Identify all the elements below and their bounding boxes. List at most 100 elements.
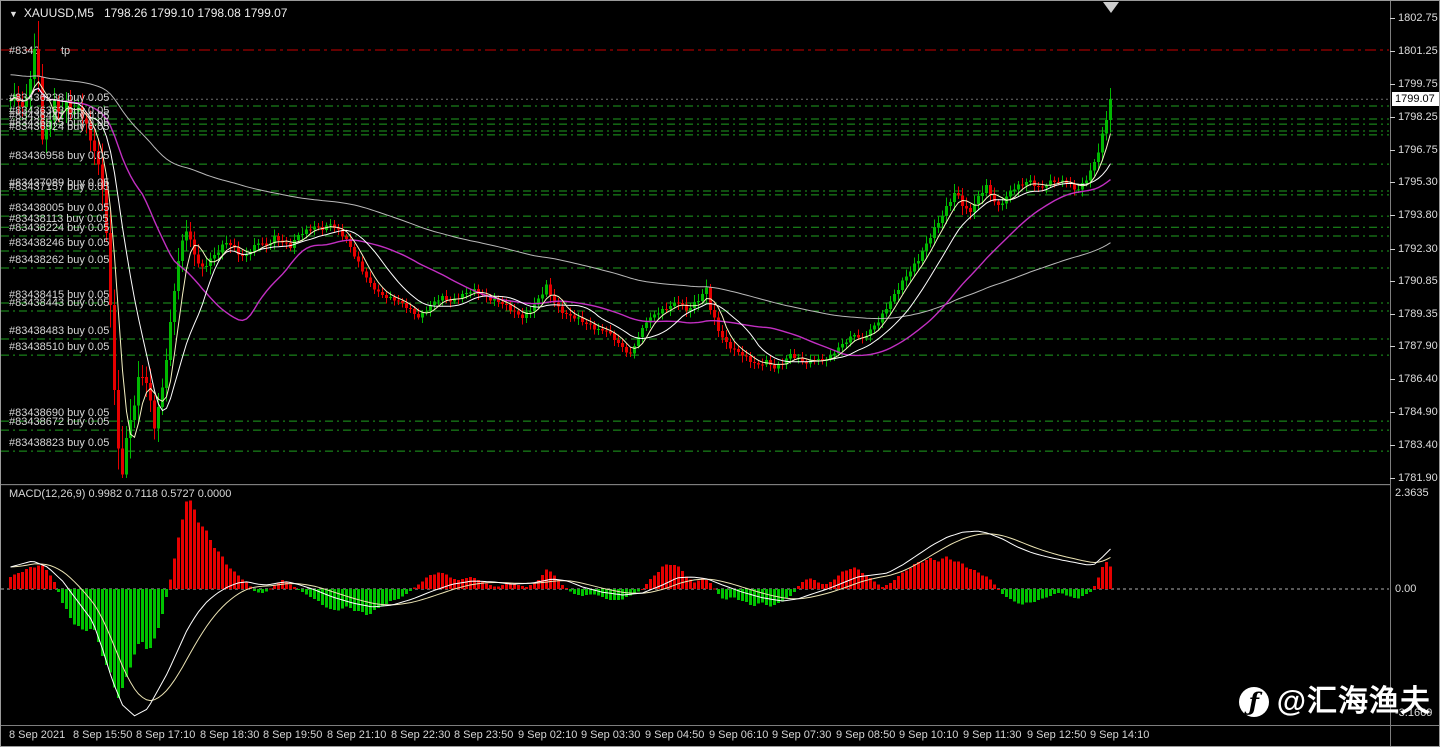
macd-histogram-bar xyxy=(517,585,520,589)
macd-histogram-bar xyxy=(709,582,712,589)
macd-histogram-bar xyxy=(993,584,996,589)
macd-header: MACD(12,26,9) 0.9982 0.7118 0.5727 0.000… xyxy=(9,488,231,500)
macd-histogram-bar xyxy=(725,589,728,600)
price-tick-label: 1789.35 xyxy=(1398,308,1438,320)
macd-histogram-bar xyxy=(205,530,208,589)
time-tick-label[interactable]: 9 Sep 03:30 xyxy=(581,729,640,741)
candle-body xyxy=(185,231,188,241)
time-tick-label[interactable]: 8 Sep 17:10 xyxy=(136,729,195,741)
price-tick-mark xyxy=(1390,445,1395,446)
chart-shift-marker-icon[interactable] xyxy=(1103,2,1119,13)
time-tick-label[interactable]: 9 Sep 10:10 xyxy=(899,729,958,741)
current-price-badge: 1799.07 xyxy=(1392,92,1439,106)
candle-body xyxy=(309,229,312,231)
time-tick-label[interactable]: 8 Sep 15:50 xyxy=(73,729,132,741)
macd-histogram-bar xyxy=(621,589,624,600)
time-tick-label[interactable]: 9 Sep 06:10 xyxy=(709,729,768,741)
candle-body xyxy=(661,308,664,314)
time-tick-label[interactable]: 9 Sep 14:10 xyxy=(1090,729,1149,741)
macd-histogram-bar xyxy=(325,589,328,608)
time-tick-label[interactable]: 8 Sep 22:30 xyxy=(391,729,450,741)
candle-body xyxy=(145,377,148,383)
macd-histogram-bar xyxy=(605,589,608,599)
time-tick-label[interactable]: 9 Sep 08:50 xyxy=(836,729,895,741)
candle-body xyxy=(989,185,992,195)
candle-body xyxy=(845,342,848,344)
candle-body xyxy=(885,309,888,314)
candle-body xyxy=(729,342,732,349)
chart-header: ▼ XAUUSD,M5 1798.26 1799.10 1798.08 1799.0… xyxy=(9,6,287,20)
macd-histogram-bar xyxy=(293,586,296,589)
macd-histogram-bar xyxy=(1065,589,1068,596)
candle-body xyxy=(189,231,192,240)
macd-histogram-bar xyxy=(13,574,16,589)
candle-body xyxy=(585,322,588,324)
candle-body xyxy=(705,287,708,295)
macd-histogram-bar xyxy=(1093,586,1096,589)
macd-histogram-bar xyxy=(377,589,380,608)
candle-body xyxy=(409,308,412,310)
time-tick-label[interactable]: 8 Sep 23:50 xyxy=(454,729,513,741)
candle-body xyxy=(37,48,40,78)
candle-body xyxy=(1045,185,1048,188)
candle-body xyxy=(149,382,152,401)
chart-plot-area[interactable]: #8343 tp xyxy=(1,1,1440,747)
macd-histogram-bar xyxy=(773,589,776,605)
macd-histogram-bar xyxy=(825,583,828,589)
macd-histogram-bar xyxy=(733,589,736,598)
macd-histogram-bar xyxy=(393,589,396,601)
macd-histogram-bar xyxy=(1041,589,1044,599)
order-label: #83438246 buy 0.05 xyxy=(9,237,110,249)
candle-body xyxy=(377,289,380,292)
candle-body xyxy=(329,224,332,226)
macd-histogram-bar xyxy=(505,583,508,589)
order-label: #83438510 buy 0.05 xyxy=(9,341,110,353)
time-tick-label[interactable]: 9 Sep 11:30 xyxy=(963,729,1022,741)
time-tick-label[interactable]: 8 Sep 19:50 xyxy=(263,729,322,741)
candle-body xyxy=(1053,180,1056,182)
macd-histogram-bar xyxy=(801,581,804,589)
time-tick-label[interactable]: 9 Sep 04:50 xyxy=(645,729,704,741)
macd-histogram-bar xyxy=(337,589,340,611)
order-lines-layer: #8343 tp xyxy=(1,45,1389,452)
macd-histogram-bar xyxy=(49,575,52,589)
candle-body xyxy=(1013,189,1016,191)
time-tick-label[interactable]: 9 Sep 12:50 xyxy=(1027,729,1086,741)
macd-histogram-bar xyxy=(701,578,704,589)
macd-histogram-bar xyxy=(1085,589,1088,594)
macd-histogram-bar xyxy=(1037,589,1040,600)
candle-body xyxy=(433,301,436,306)
macd-histogram-bar xyxy=(1097,577,1100,589)
candle-body xyxy=(673,302,676,306)
macd-histogram-bar xyxy=(909,568,912,589)
macd-histogram-bar xyxy=(1077,589,1080,599)
candle-body xyxy=(669,305,672,310)
moving-averages-layer xyxy=(10,74,1111,439)
macd-histogram-bar xyxy=(405,589,408,595)
candle-body xyxy=(445,295,448,301)
candle-body xyxy=(533,304,536,312)
macd-histogram-bar xyxy=(1005,589,1008,597)
candle-body xyxy=(597,329,600,331)
panel-divider[interactable] xyxy=(1,484,1390,486)
macd-histogram-bar xyxy=(521,586,524,589)
candle-body xyxy=(201,263,204,267)
symbol-dropdown-icon[interactable]: ▼ xyxy=(9,9,18,19)
time-tick-label[interactable]: 8 Sep 21:10 xyxy=(327,729,386,741)
time-tick-label[interactable]: 9 Sep 07:30 xyxy=(772,729,831,741)
candle-body xyxy=(817,359,820,361)
time-tick-label[interactable]: 9 Sep 02:10 xyxy=(518,729,577,741)
candle-body xyxy=(917,261,920,264)
price-tick-mark xyxy=(1390,51,1395,52)
macd-histogram-bar xyxy=(981,575,984,589)
candle-body xyxy=(913,263,916,272)
candle-body xyxy=(713,309,716,318)
time-tick-label[interactable]: 8 Sep 2021 xyxy=(9,729,65,741)
candle-body xyxy=(625,347,628,353)
macd-histogram-bar xyxy=(349,589,352,609)
macd-histogram-bar xyxy=(573,589,576,594)
macd-histogram-bar xyxy=(169,579,172,589)
time-tick-label[interactable]: 8 Sep 18:30 xyxy=(200,729,259,741)
macd-histogram-bar xyxy=(133,589,136,655)
macd-histogram-bar xyxy=(669,564,672,589)
